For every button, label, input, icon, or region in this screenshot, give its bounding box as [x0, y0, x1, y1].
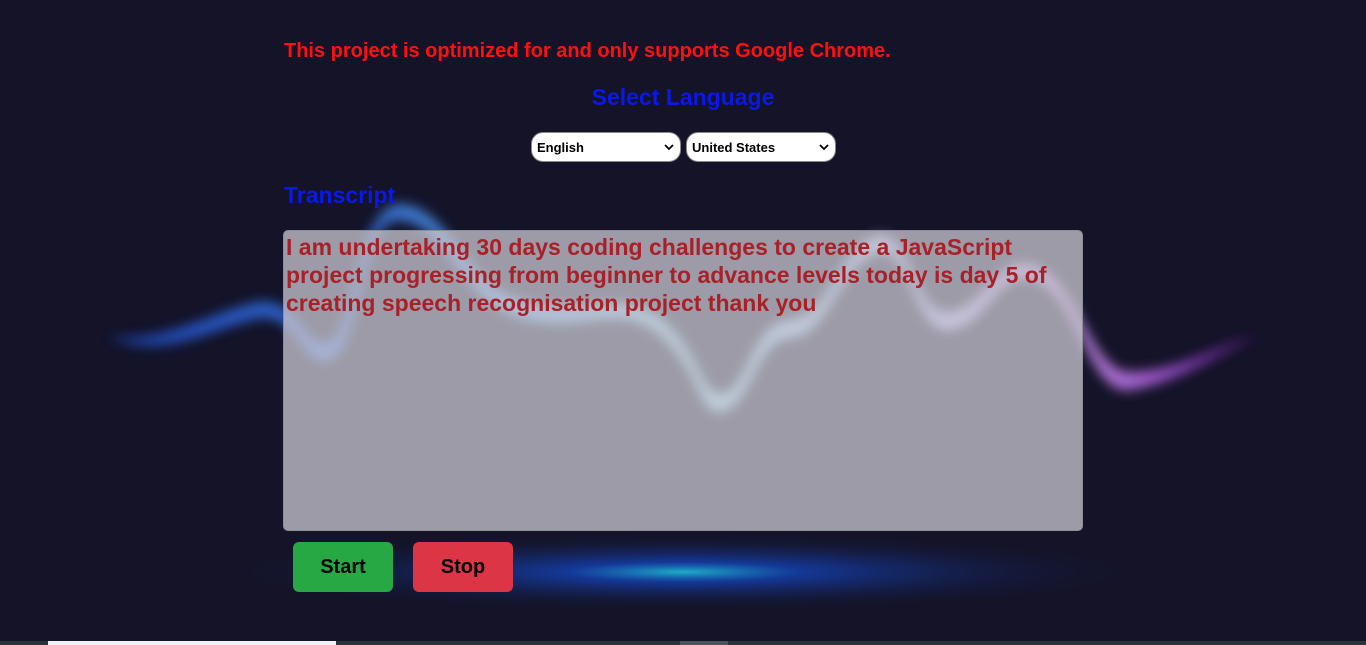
- select-language-heading: Select Language: [591, 84, 775, 110]
- transcript-textarea[interactable]: I am undertaking 30 days coding challeng…: [283, 230, 1083, 531]
- transcript-heading: Transcript: [284, 182, 396, 208]
- app-stage: This project is optimized for and only s…: [0, 0, 1366, 645]
- stop-button[interactable]: Stop: [413, 542, 513, 592]
- chevron-down-icon: [664, 144, 674, 151]
- start-button[interactable]: Start: [293, 542, 393, 592]
- chevron-down-icon: [819, 144, 829, 151]
- scrollbar-thumb[interactable]: [48, 641, 336, 645]
- scrollbar-marker: [680, 641, 728, 645]
- browser-support-notice: This project is optimized for and only s…: [284, 40, 891, 62]
- dialect-select[interactable]: United States: [686, 132, 836, 162]
- dialect-select-value: United States: [692, 139, 776, 155]
- horizontal-scrollbar[interactable]: [0, 641, 1366, 645]
- language-selectors: English United States: [531, 132, 836, 162]
- language-select[interactable]: English: [531, 132, 681, 162]
- language-select-value: English: [537, 139, 584, 155]
